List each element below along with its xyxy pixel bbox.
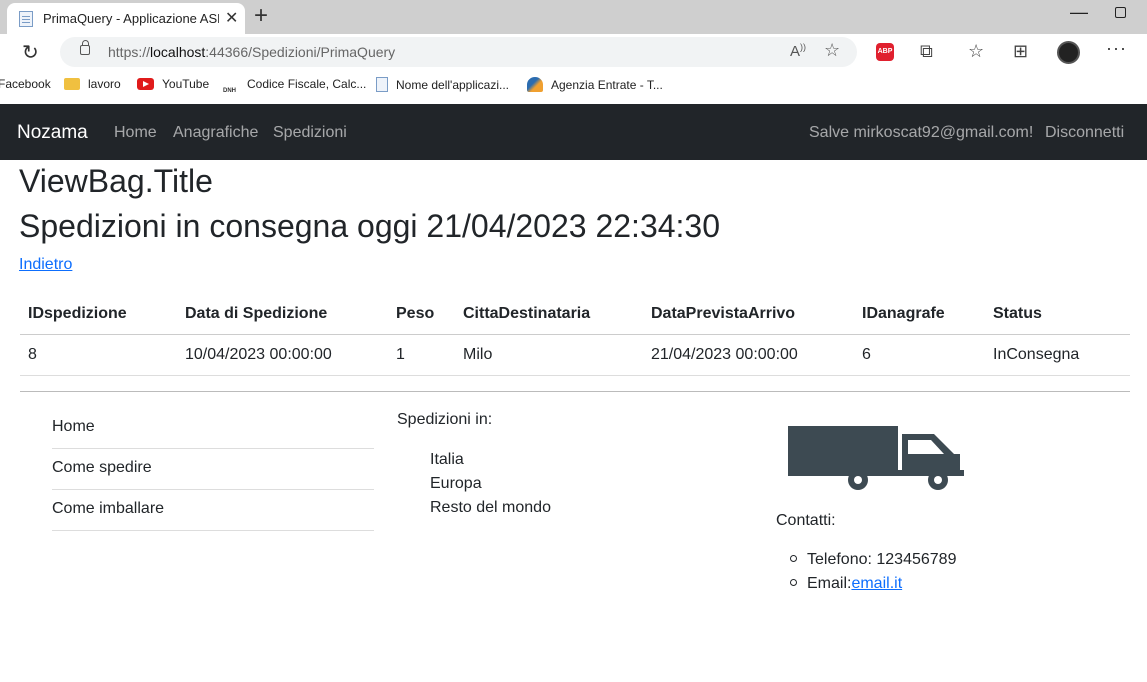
bookmark-lavoro[interactable]: lavoro [64,77,121,91]
logout-link[interactable]: Disconnetti [1045,124,1124,142]
bullet-icon [790,579,797,586]
table-cell: 21/04/2023 00:00:00 [643,334,854,376]
address-bar[interactable]: https://localhost:44366/Spedizioni/Prima… [60,37,857,67]
new-tab-icon[interactable]: + [254,2,268,30]
contact-email: Email:email.it [790,575,902,593]
adblock-plus-icon[interactable]: ABP [876,43,894,61]
footer-divider [20,391,1130,392]
lock-icon[interactable] [80,40,90,55]
shipping-item-resto-del-mondo: Resto del mondo [430,499,551,516]
column-header: DataPrevistaArrivo [643,294,854,335]
collections-icon[interactable]: ⊞ [1013,41,1028,62]
email-link[interactable]: email.it [851,575,902,592]
url-text[interactable]: https://localhost:44366/Spedizioni/Prima… [108,44,395,60]
document-icon [376,77,388,92]
browser-tab[interactable]: PrimaQuery - Applicazione ASP.N ✕ [7,3,245,34]
bullet-icon [790,555,797,562]
profile-avatar[interactable] [1057,41,1080,64]
minimize-window-icon[interactable]: — [1070,2,1088,23]
column-header: IDspedizione [20,294,177,335]
table-cell: 1 [388,334,455,376]
maximize-window-icon[interactable] [1115,7,1126,18]
truck-icon [788,426,964,490]
nav-link-spedizioni[interactable]: Spedizioni [273,124,347,142]
table-cell: 6 [854,334,985,376]
footer-link-come-imballare[interactable]: Come imballare [52,490,374,531]
bookmarks-bar: Facebook lavoro YouTube DNH Codice Fiscal… [0,70,1147,102]
bookmark-youtube[interactable]: YouTube [137,77,209,91]
page-title: ViewBag.Title [19,163,213,199]
table-cell: 10/04/2023 00:00:00 [177,334,388,376]
page-subtitle: Spedizioni in consegna oggi 21/04/2023 2… [19,208,721,244]
table-cell: Milo [455,334,643,376]
brand-link[interactable]: Nozama [17,122,88,144]
favorites-icon[interactable]: ☆ [968,41,984,62]
column-header: Peso [388,294,455,335]
bookmark-nome-applicazione[interactable]: Nome dell'applicazi... [376,77,509,92]
nav-link-home[interactable]: Home [114,124,157,142]
more-options-icon[interactable]: ··· [1106,38,1127,59]
add-favorite-icon[interactable]: ☆ [824,40,840,61]
shipping-item-italia: Italia [430,451,464,468]
back-link[interactable]: Indietro [19,256,72,274]
column-header: IDanagrafe [854,294,985,335]
page-favicon-icon [19,11,33,27]
youtube-icon [137,78,154,90]
column-header: Status [985,294,1130,335]
contact-phone: Telefono: 123456789 [790,551,956,569]
bookmark-codice-fiscale[interactable]: DNH Codice Fiscale, Calc... [223,77,366,103]
column-header: Data di Spedizione [177,294,388,335]
close-tab-icon[interactable]: ✕ [225,8,238,28]
read-aloud-icon[interactable]: A)) [790,42,806,60]
footer-link-home[interactable]: Home [52,408,374,449]
extensions-icon[interactable]: ⧉ [920,41,933,62]
table-cell: InConsegna [985,334,1130,376]
shipping-item-europa: Europa [430,475,482,492]
bookmark-agenzia-entrate[interactable]: Agenzia Entrate - T... [527,77,663,92]
contacts-heading: Contatti: [776,512,836,529]
bookmark-facebook[interactable]: Facebook [0,77,51,91]
shipping-heading: Spedizioni in: [397,411,493,428]
table-cell: 8 [20,334,177,376]
site-navbar: Nozama Home Anagrafiche Spedizioni Salve… [0,104,1147,160]
column-header: CittaDestinataria [455,294,643,335]
table-header-row: IDspedizione Data di Spedizione Peso Cit… [20,294,1130,335]
shipments-table: IDspedizione Data di Spedizione Peso Cit… [20,294,1130,376]
dnh-icon: DNH [223,88,236,94]
reload-icon[interactable]: ↻ [22,40,39,65]
agenzia-entrate-icon [527,77,543,92]
browser-tab-bar: PrimaQuery - Applicazione ASP.N ✕ + — [0,0,1147,34]
footer-link-come-spedire[interactable]: Come spedire [52,449,374,490]
nav-link-anagrafiche[interactable]: Anagrafiche [173,124,258,142]
tab-title: PrimaQuery - Applicazione ASP.N [43,11,219,26]
user-greeting[interactable]: Salve mirkoscat92@gmail.com! [809,124,1033,142]
folder-icon [64,78,80,90]
table-row: 8 10/04/2023 00:00:00 1 Milo 21/04/2023 … [20,334,1130,376]
